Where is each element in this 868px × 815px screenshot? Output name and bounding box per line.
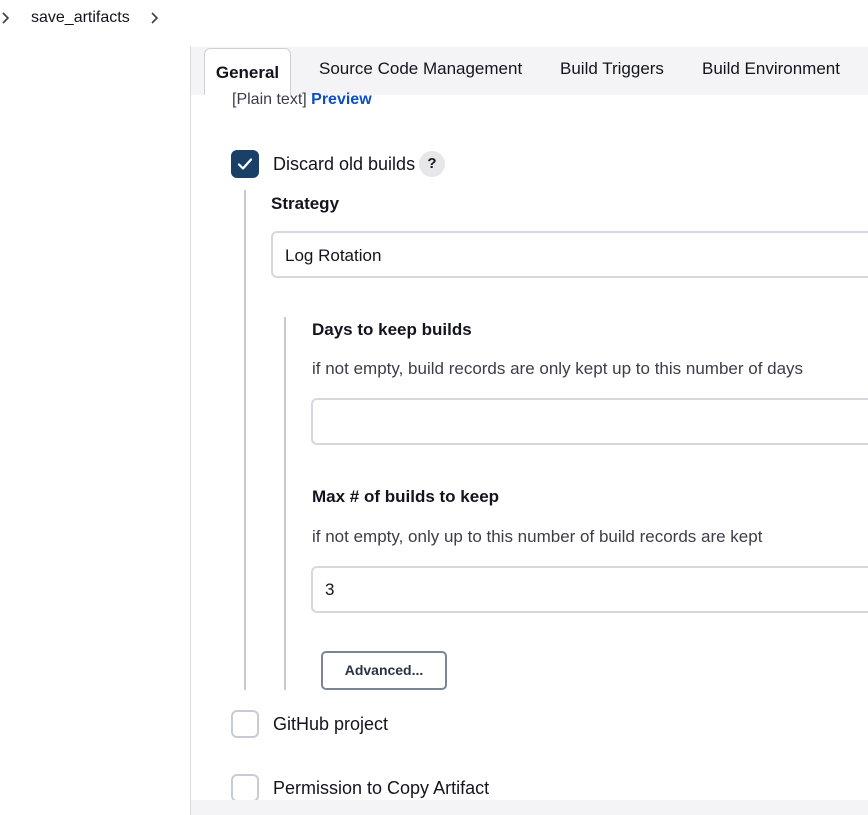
tab-build-triggers[interactable]: Build Triggers <box>560 59 664 79</box>
advanced-button[interactable]: Advanced... <box>321 651 447 690</box>
tab-general[interactable]: General <box>204 48 291 95</box>
days-to-keep-label: Days to keep builds <box>312 320 472 339</box>
bottom-bar <box>191 800 868 815</box>
breadcrumb-item-save-artifacts[interactable]: save_artifacts <box>31 9 130 27</box>
panel-divider <box>190 46 191 815</box>
days-to-keep-description: if not empty, build records are only kep… <box>312 359 804 378</box>
discard-old-builds-checkbox[interactable] <box>231 150 259 178</box>
chevron-right-icon[interactable] <box>149 9 161 27</box>
discard-old-builds-label[interactable]: Discard old builds <box>273 154 415 175</box>
preview-link[interactable]: Preview <box>311 91 371 108</box>
checkmark-icon <box>237 158 253 170</box>
nested-guide-line <box>284 317 286 690</box>
max-builds-label: Max # of builds to keep <box>312 487 500 506</box>
section-guide-line <box>244 190 246 690</box>
help-icon[interactable]: ? <box>419 151 445 177</box>
tab-source-code-management[interactable]: Source Code Management <box>319 59 522 79</box>
strategy-label: Strategy <box>271 194 340 213</box>
description-format: [Plain text] Preview <box>232 91 372 109</box>
breadcrumb: save_artifacts <box>0 0 868 38</box>
copy-artifact-checkbox[interactable] <box>231 774 259 802</box>
days-to-keep-input[interactable] <box>311 398 868 445</box>
side-panel <box>0 46 190 815</box>
chevron-right-icon[interactable] <box>0 9 12 27</box>
strategy-select[interactable]: Log Rotation <box>271 231 868 278</box>
github-project-checkbox[interactable] <box>231 710 259 738</box>
tab-build-environment[interactable]: Build Environment <box>702 59 840 79</box>
plain-text-label: [Plain text] <box>232 91 307 108</box>
github-project-label[interactable]: GitHub project <box>273 714 388 735</box>
max-builds-description: if not empty, only up to this number of … <box>312 527 763 546</box>
copy-artifact-label[interactable]: Permission to Copy Artifact <box>273 778 489 799</box>
max-builds-input[interactable] <box>311 566 868 613</box>
